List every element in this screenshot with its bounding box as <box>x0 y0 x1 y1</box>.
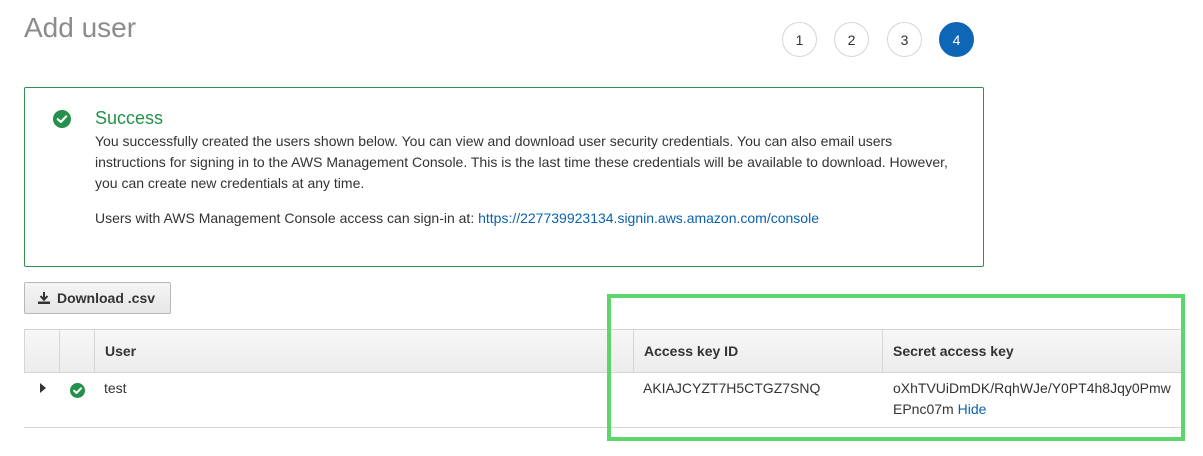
check-circle-icon <box>53 110 71 128</box>
hide-secret-link[interactable]: Hide <box>958 401 987 417</box>
secret-access-key-cell: oXhTVUiDmDK/RqhWJe/Y0PT4h8Jqy0PmwEPnc07m… <box>893 378 1178 420</box>
step-4[interactable]: 4 <box>939 22 974 57</box>
table-row: test AKIAJCYZT7H5CTGZ7SNQ oXhTVUiDmDK/Rq… <box>24 373 1183 428</box>
success-title: Success <box>95 108 164 128</box>
secret-access-key-value: oXhTVUiDmDK/RqhWJe/Y0PT4h8Jqy0PmwEPnc07m <box>893 380 1171 417</box>
secret-access-key-column-header[interactable]: Secret access key <box>882 330 1183 372</box>
step-3[interactable]: 3 <box>887 22 922 57</box>
success-alert: Success You successfully created the use… <box>24 87 984 267</box>
signin-prefix: Users with AWS Management Console access… <box>95 210 479 226</box>
user-cell: test <box>104 380 127 396</box>
step-2[interactable]: 2 <box>834 22 869 57</box>
user-column-header[interactable]: User <box>94 330 634 372</box>
expand-column-header <box>24 330 60 372</box>
access-key-id-cell: AKIAJCYZT7H5CTGZ7SNQ <box>643 380 821 396</box>
step-1[interactable]: 1 <box>782 22 817 57</box>
add-user-page: Add user 1 2 3 4 Success You successfull… <box>0 0 1203 456</box>
download-csv-button[interactable]: Download .csv <box>24 282 171 314</box>
download-csv-label: Download .csv <box>57 290 156 306</box>
credentials-table: User Access key ID Secret access key tes… <box>24 329 1183 428</box>
download-icon <box>38 292 50 304</box>
signin-line: Users with AWS Management Console access… <box>95 210 819 226</box>
success-message: You successfully created the users shown… <box>95 133 948 191</box>
page-title: Add user <box>24 12 137 43</box>
signin-url-link[interactable]: https://227739923134.signin.aws.amazon.c… <box>478 210 819 226</box>
status-column-header <box>59 330 94 372</box>
access-key-id-column-header[interactable]: Access key ID <box>633 330 883 372</box>
check-circle-icon <box>70 383 85 398</box>
table-header: User Access key ID Secret access key <box>24 329 1183 373</box>
caret-right-icon[interactable] <box>40 383 46 393</box>
